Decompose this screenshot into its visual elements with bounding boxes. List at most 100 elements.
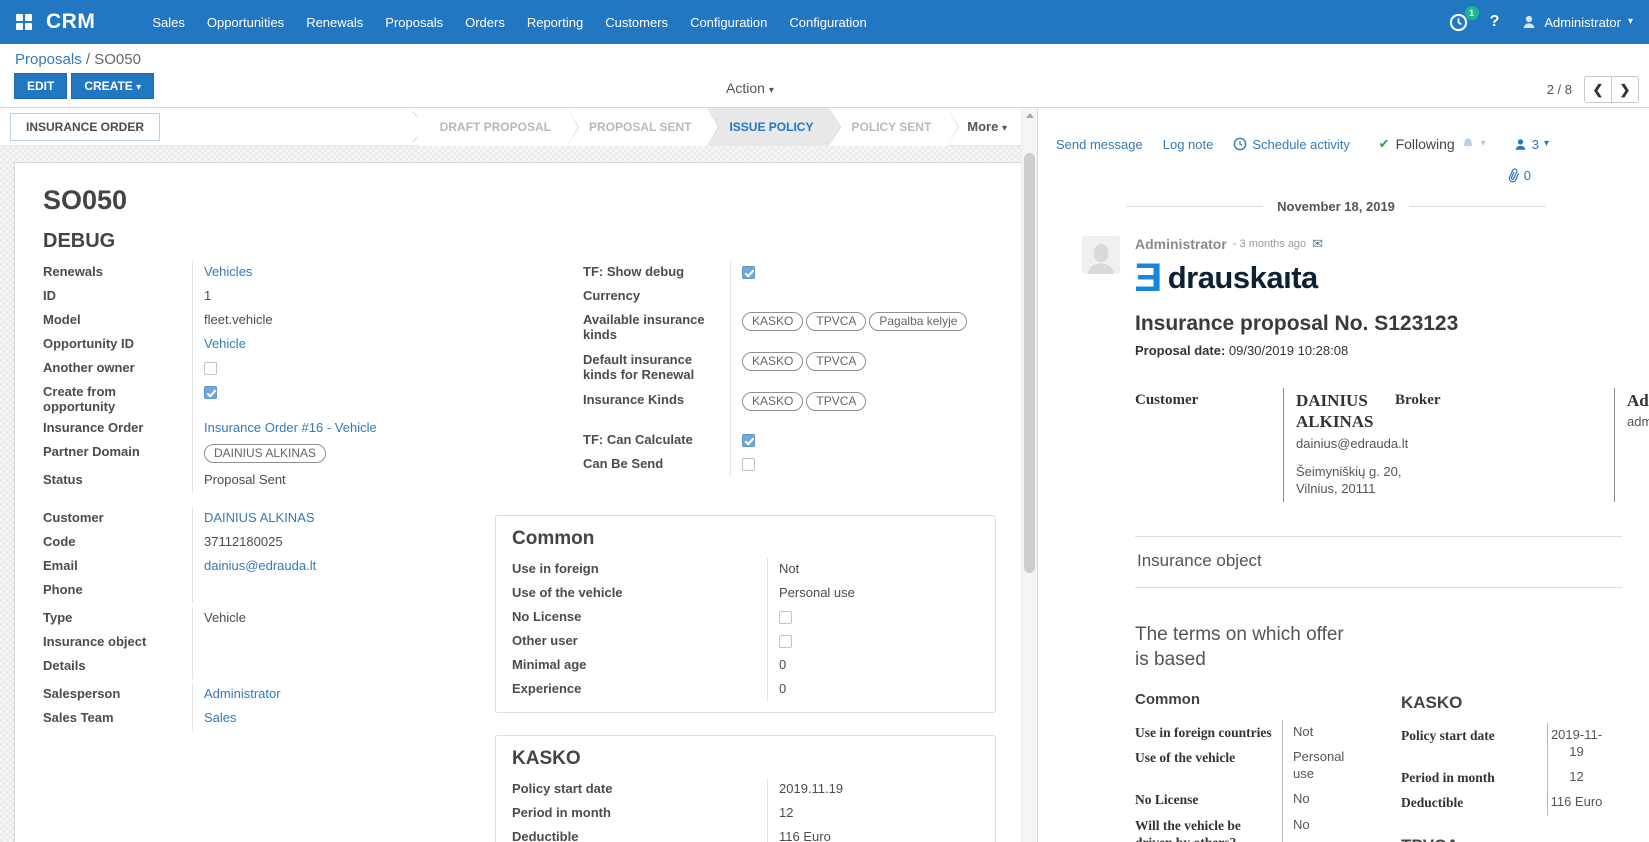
send-message-button[interactable]: Send message <box>1056 137 1143 152</box>
step-proposal-sent[interactable]: PROPOSAL SENT <box>567 108 707 146</box>
message-author[interactable]: Administrator <box>1135 236 1227 252</box>
field-available-insurance-kinds: Available insurance kinds KASKOTPVCAPaga… <box>495 309 996 349</box>
kind-tag: TPVCA <box>806 392 866 411</box>
menu-configuration-1[interactable]: Configuration <box>679 0 778 44</box>
log-note-button[interactable]: Log note <box>1163 137 1214 152</box>
chatter-toolbar: Send message Log note Schedule activity … <box>1056 136 1649 152</box>
field-opportunity-id: Opportunity ID Vehicle <box>43 333 495 357</box>
paperclip-icon <box>1505 166 1522 185</box>
schedule-activity-button[interactable]: Schedule activity <box>1233 137 1350 152</box>
user-menu[interactable]: Administrator ▾ <box>1521 14 1633 30</box>
terms-kasko-column: KASKO Policy start date 2019-11-19 Perio… <box>1401 691 1611 842</box>
proposal-date-value: 09/30/2019 10:28:08 <box>1229 343 1348 358</box>
group-box-common: Common Use in foreign Not Use of the veh… <box>495 515 996 713</box>
brand-logo: Ǝ drauskaıta <box>1135 260 1649 296</box>
step-draft-proposal[interactable]: DRAFT PROPOSAL <box>418 108 567 146</box>
avatar-person-icon <box>1086 242 1116 274</box>
field-renewals: Renewals Vehicles <box>43 261 495 285</box>
broker-email: admi <box>1627 414 1649 429</box>
divider <box>1135 536 1622 537</box>
field-another-owner: Another owner <box>43 357 495 381</box>
create-caret-icon: ▾ <box>136 82 141 93</box>
following-toggle[interactable]: ✔ Following ▾ <box>1379 136 1486 152</box>
tf-show-debug-checkbox[interactable] <box>742 266 755 279</box>
field-type: Type Vehicle <box>43 607 495 631</box>
steps-more-menu[interactable]: More ▾ <box>967 119 1011 134</box>
breadcrumb-proposals[interactable]: Proposals <box>15 51 82 68</box>
scrollbar-thumb[interactable] <box>1024 153 1035 573</box>
scrollbar-up-arrow[interactable] <box>1022 108 1037 123</box>
create-from-opportunity-checkbox[interactable] <box>204 386 217 399</box>
envelope-icon: ✉ <box>1312 236 1323 252</box>
salesperson-link[interactable]: Administrator <box>204 686 281 701</box>
record-title: SO050 <box>43 185 996 216</box>
message-avatar <box>1082 236 1120 274</box>
field-other-user: Other user <box>496 630 995 654</box>
date-separator: November 18, 2019 <box>1126 199 1546 214</box>
customer-link[interactable]: DAINIUS ALKINAS <box>204 510 315 525</box>
clock-icon <box>1233 137 1247 151</box>
insurance-order-link[interactable]: Insurance Order #16 - Vehicle <box>204 420 377 435</box>
create-button[interactable]: CREATE ▾ <box>71 73 154 99</box>
kind-tag: KASKO <box>742 312 803 331</box>
opportunity-link[interactable]: Vehicle <box>204 336 246 351</box>
form-view: INSURANCE ORDER DRAFT PROPOSAL PROPOSAL … <box>0 108 1038 842</box>
followers-menu[interactable]: 3 ▾ <box>1514 137 1549 152</box>
field-sales-team: Sales Team Sales <box>43 707 495 731</box>
brand-name: drauskaıta <box>1168 260 1318 296</box>
activity-clock-icon[interactable]: 1 <box>1449 13 1468 32</box>
breadcrumb: Proposals / SO050 <box>0 44 1649 68</box>
menu-reporting[interactable]: Reporting <box>516 0 594 44</box>
message-timestamp: - 3 months ago <box>1233 238 1306 250</box>
user-avatar-icon <box>1521 14 1537 30</box>
customer-email: dainius@edrauda.lt <box>1296 436 1395 451</box>
menu-renewals[interactable]: Renewals <box>295 0 374 44</box>
menu-customers[interactable]: Customers <box>594 0 679 44</box>
menu-orders[interactable]: Orders <box>454 0 516 44</box>
customer-column-value: DAINIUS ALKINAS dainius@edrauda.lt Šeimy… <box>1283 388 1395 502</box>
common-box-heading: Common <box>496 524 995 558</box>
proposal-date-line: Proposal date: 09/30/2019 10:28:08 <box>1135 343 1649 358</box>
attachments-button[interactable]: 0 <box>1508 168 1531 183</box>
email-link[interactable]: dainius@edrauda.lt <box>204 558 316 573</box>
step-issue-policy[interactable]: ISSUE POLICY <box>707 108 829 146</box>
user-caret-icon: ▾ <box>1628 17 1633 27</box>
field-insurance-object: Insurance object <box>43 631 495 655</box>
help-icon[interactable]: ? <box>1490 13 1500 31</box>
field-minimal-age: Minimal age 0 <box>496 654 995 678</box>
tf-can-calculate-checkbox[interactable] <box>742 434 755 447</box>
sales-team-link[interactable]: Sales <box>204 710 237 725</box>
step-policy-sent[interactable]: POLICY SENT <box>829 108 947 146</box>
pager-previous-button[interactable]: ❮ <box>1584 76 1612 103</box>
followers-caret-icon: ▾ <box>1544 139 1549 149</box>
other-user-checkbox[interactable] <box>779 635 792 648</box>
menu-configuration-2[interactable]: Configuration <box>778 0 877 44</box>
menu-sales[interactable]: Sales <box>141 0 196 44</box>
insurance-order-button[interactable]: INSURANCE ORDER <box>10 113 160 141</box>
no-license-checkbox[interactable] <box>779 611 792 624</box>
divider <box>1135 587 1622 588</box>
another-owner-checkbox[interactable] <box>204 362 217 375</box>
kind-tag: TPVCA <box>806 312 866 331</box>
can-be-send-checkbox[interactable] <box>742 458 755 471</box>
kind-tag: KASKO <box>742 352 803 371</box>
field-details: Details <box>43 655 495 679</box>
field-partner-domain: Partner Domain DAINIUS ALKINAS <box>43 441 495 469</box>
form-sheet: SO050 DEBUG Renewals Vehicles ID 1 <box>14 162 1025 842</box>
menu-opportunities[interactable]: Opportunities <box>196 0 295 44</box>
field-group-debug-right: TF: Show debug Currency Available insura… <box>495 261 996 477</box>
app-title[interactable]: CRM <box>46 10 95 34</box>
chatter-message: Administrator - 3 months ago ✉ Ǝ drauska… <box>1056 236 1649 842</box>
form-background: SO050 DEBUG Renewals Vehicles ID 1 <box>0 146 1037 842</box>
pager-next-button[interactable]: ❯ <box>1611 76 1639 103</box>
menu-proposals[interactable]: Proposals <box>374 0 454 44</box>
apps-grid-icon[interactable] <box>16 14 32 30</box>
bell-caret-icon: ▾ <box>1481 139 1486 149</box>
attachments-count: 0 <box>1524 168 1531 183</box>
edit-button[interactable]: EDIT <box>14 73 67 99</box>
activity-badge: 1 <box>1465 6 1479 20</box>
terms-tpvca-heading: TPVCA <box>1401 836 1611 842</box>
proposal-title: Insurance proposal No. S123123 <box>1135 312 1649 336</box>
action-menu[interactable]: Action ▾ <box>726 80 774 96</box>
renewals-link[interactable]: Vehicles <box>204 264 252 279</box>
